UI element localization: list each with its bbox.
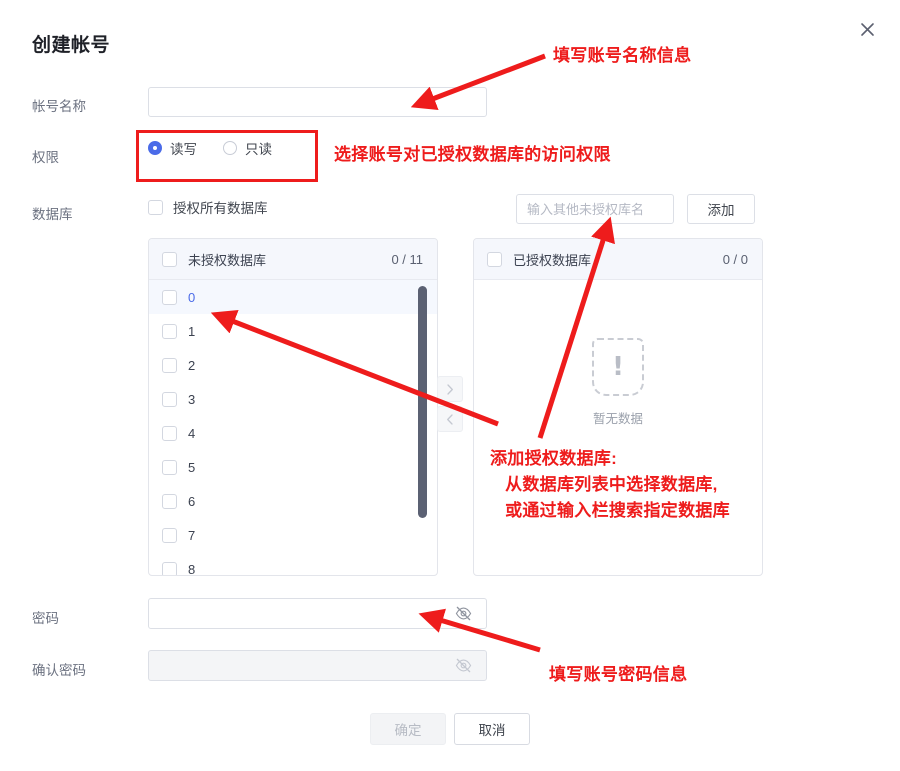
create-account-dialog: 创建帐号 帐号名称 权限 读写 只读 数据库 授权所有数据库 添加 未授权数据库… [0,0,900,771]
list-item[interactable]: 3 [149,382,437,416]
unauthorized-db-panel: 未授权数据库 0 / 11 0 1 2 3 4 5 6 7 8 [148,238,438,576]
cancel-button[interactable]: 取消 [454,713,530,745]
unauthorized-db-panel-header[interactable]: 未授权数据库 0 / 11 [149,239,437,280]
add-database-button[interactable]: 添加 [687,194,755,224]
permission-radio-group: 读写 只读 [148,138,272,158]
radio-selected-icon [148,141,162,155]
list-item[interactable]: 2 [149,348,437,382]
password-input[interactable] [148,598,487,629]
eye-off-icon[interactable] [453,655,473,675]
list-item[interactable]: 0 [149,280,437,314]
list-item-label: 6 [188,493,196,509]
checkbox-icon[interactable] [162,425,177,441]
checkbox-icon[interactable] [162,251,177,267]
authorized-db-panel-count: 0 / 0 [722,251,748,267]
checkbox-icon[interactable] [162,493,177,509]
unauthorized-db-list-scrollbar[interactable] [418,286,427,518]
permission-radio-readonly-label: 只读 [245,142,272,157]
permission-label: 权限 [32,150,59,165]
empty-box-icon: ! [592,338,644,396]
page-title: 创建帐号 [32,35,111,56]
radio-unselected-icon [223,141,237,155]
list-item[interactable]: 6 [149,484,437,518]
checkbox-icon[interactable] [162,323,177,339]
confirm-password-input[interactable] [148,650,487,681]
list-item-label: 7 [188,527,196,543]
confirm-button[interactable]: 确定 [370,713,446,745]
list-item-label: 3 [188,391,196,407]
confirm-password-label: 确认密码 [32,663,86,678]
checkbox-icon[interactable] [487,251,502,267]
authorized-db-panel-title: 已授权数据库 [513,252,592,268]
permission-radio-readwrite[interactable]: 读写 [148,138,197,158]
list-item-label: 1 [188,323,196,339]
database-label: 数据库 [32,207,73,222]
eye-off-icon[interactable] [453,603,473,623]
list-item-label: 0 [188,289,196,305]
checkbox-icon[interactable] [162,561,177,575]
chevron-right-icon[interactable] [437,376,463,402]
list-item-label: 4 [188,425,196,441]
unauthorized-db-panel-count: 0 / 11 [391,251,423,267]
checkbox-icon[interactable] [162,459,177,475]
checkbox-icon[interactable] [162,289,177,305]
list-item[interactable]: 5 [149,450,437,484]
account-name-label: 帐号名称 [32,99,86,114]
unauthorized-db-panel-title: 未授权数据库 [188,252,267,268]
list-item-label: 8 [188,561,196,576]
list-item-label: 5 [188,459,196,475]
account-name-input[interactable] [148,87,487,117]
transfer-buttons [437,376,463,432]
empty-state: ! 暂无数据 [474,338,762,427]
checkbox-icon [148,199,163,215]
permission-radio-readwrite-label: 读写 [170,142,197,157]
checkbox-icon[interactable] [162,357,177,373]
chevron-left-icon[interactable] [437,406,463,432]
list-item[interactable]: 7 [149,518,437,552]
list-item-label: 2 [188,357,196,373]
password-label: 密码 [32,611,59,626]
grant-all-databases-label: 授权所有数据库 [173,201,268,216]
permission-radio-readonly[interactable]: 只读 [223,138,272,158]
empty-state-label: 暂无数据 [592,412,643,426]
unauthorized-db-list[interactable]: 0 1 2 3 4 5 6 7 8 [149,280,437,576]
list-item[interactable]: 4 [149,416,437,450]
close-icon[interactable] [854,16,880,42]
authorized-db-panel: 已授权数据库 0 / 0 ! 暂无数据 [473,238,763,576]
list-item[interactable]: 1 [149,314,437,348]
checkbox-icon[interactable] [162,391,177,407]
checkbox-icon[interactable] [162,527,177,543]
unauthorized-db-search-input[interactable] [516,194,674,224]
authorized-db-panel-header[interactable]: 已授权数据库 0 / 0 [474,239,762,280]
authorized-db-list: ! 暂无数据 [474,280,762,575]
list-item[interactable]: 8 [149,552,437,576]
grant-all-databases-checkbox[interactable]: 授权所有数据库 [148,197,268,217]
